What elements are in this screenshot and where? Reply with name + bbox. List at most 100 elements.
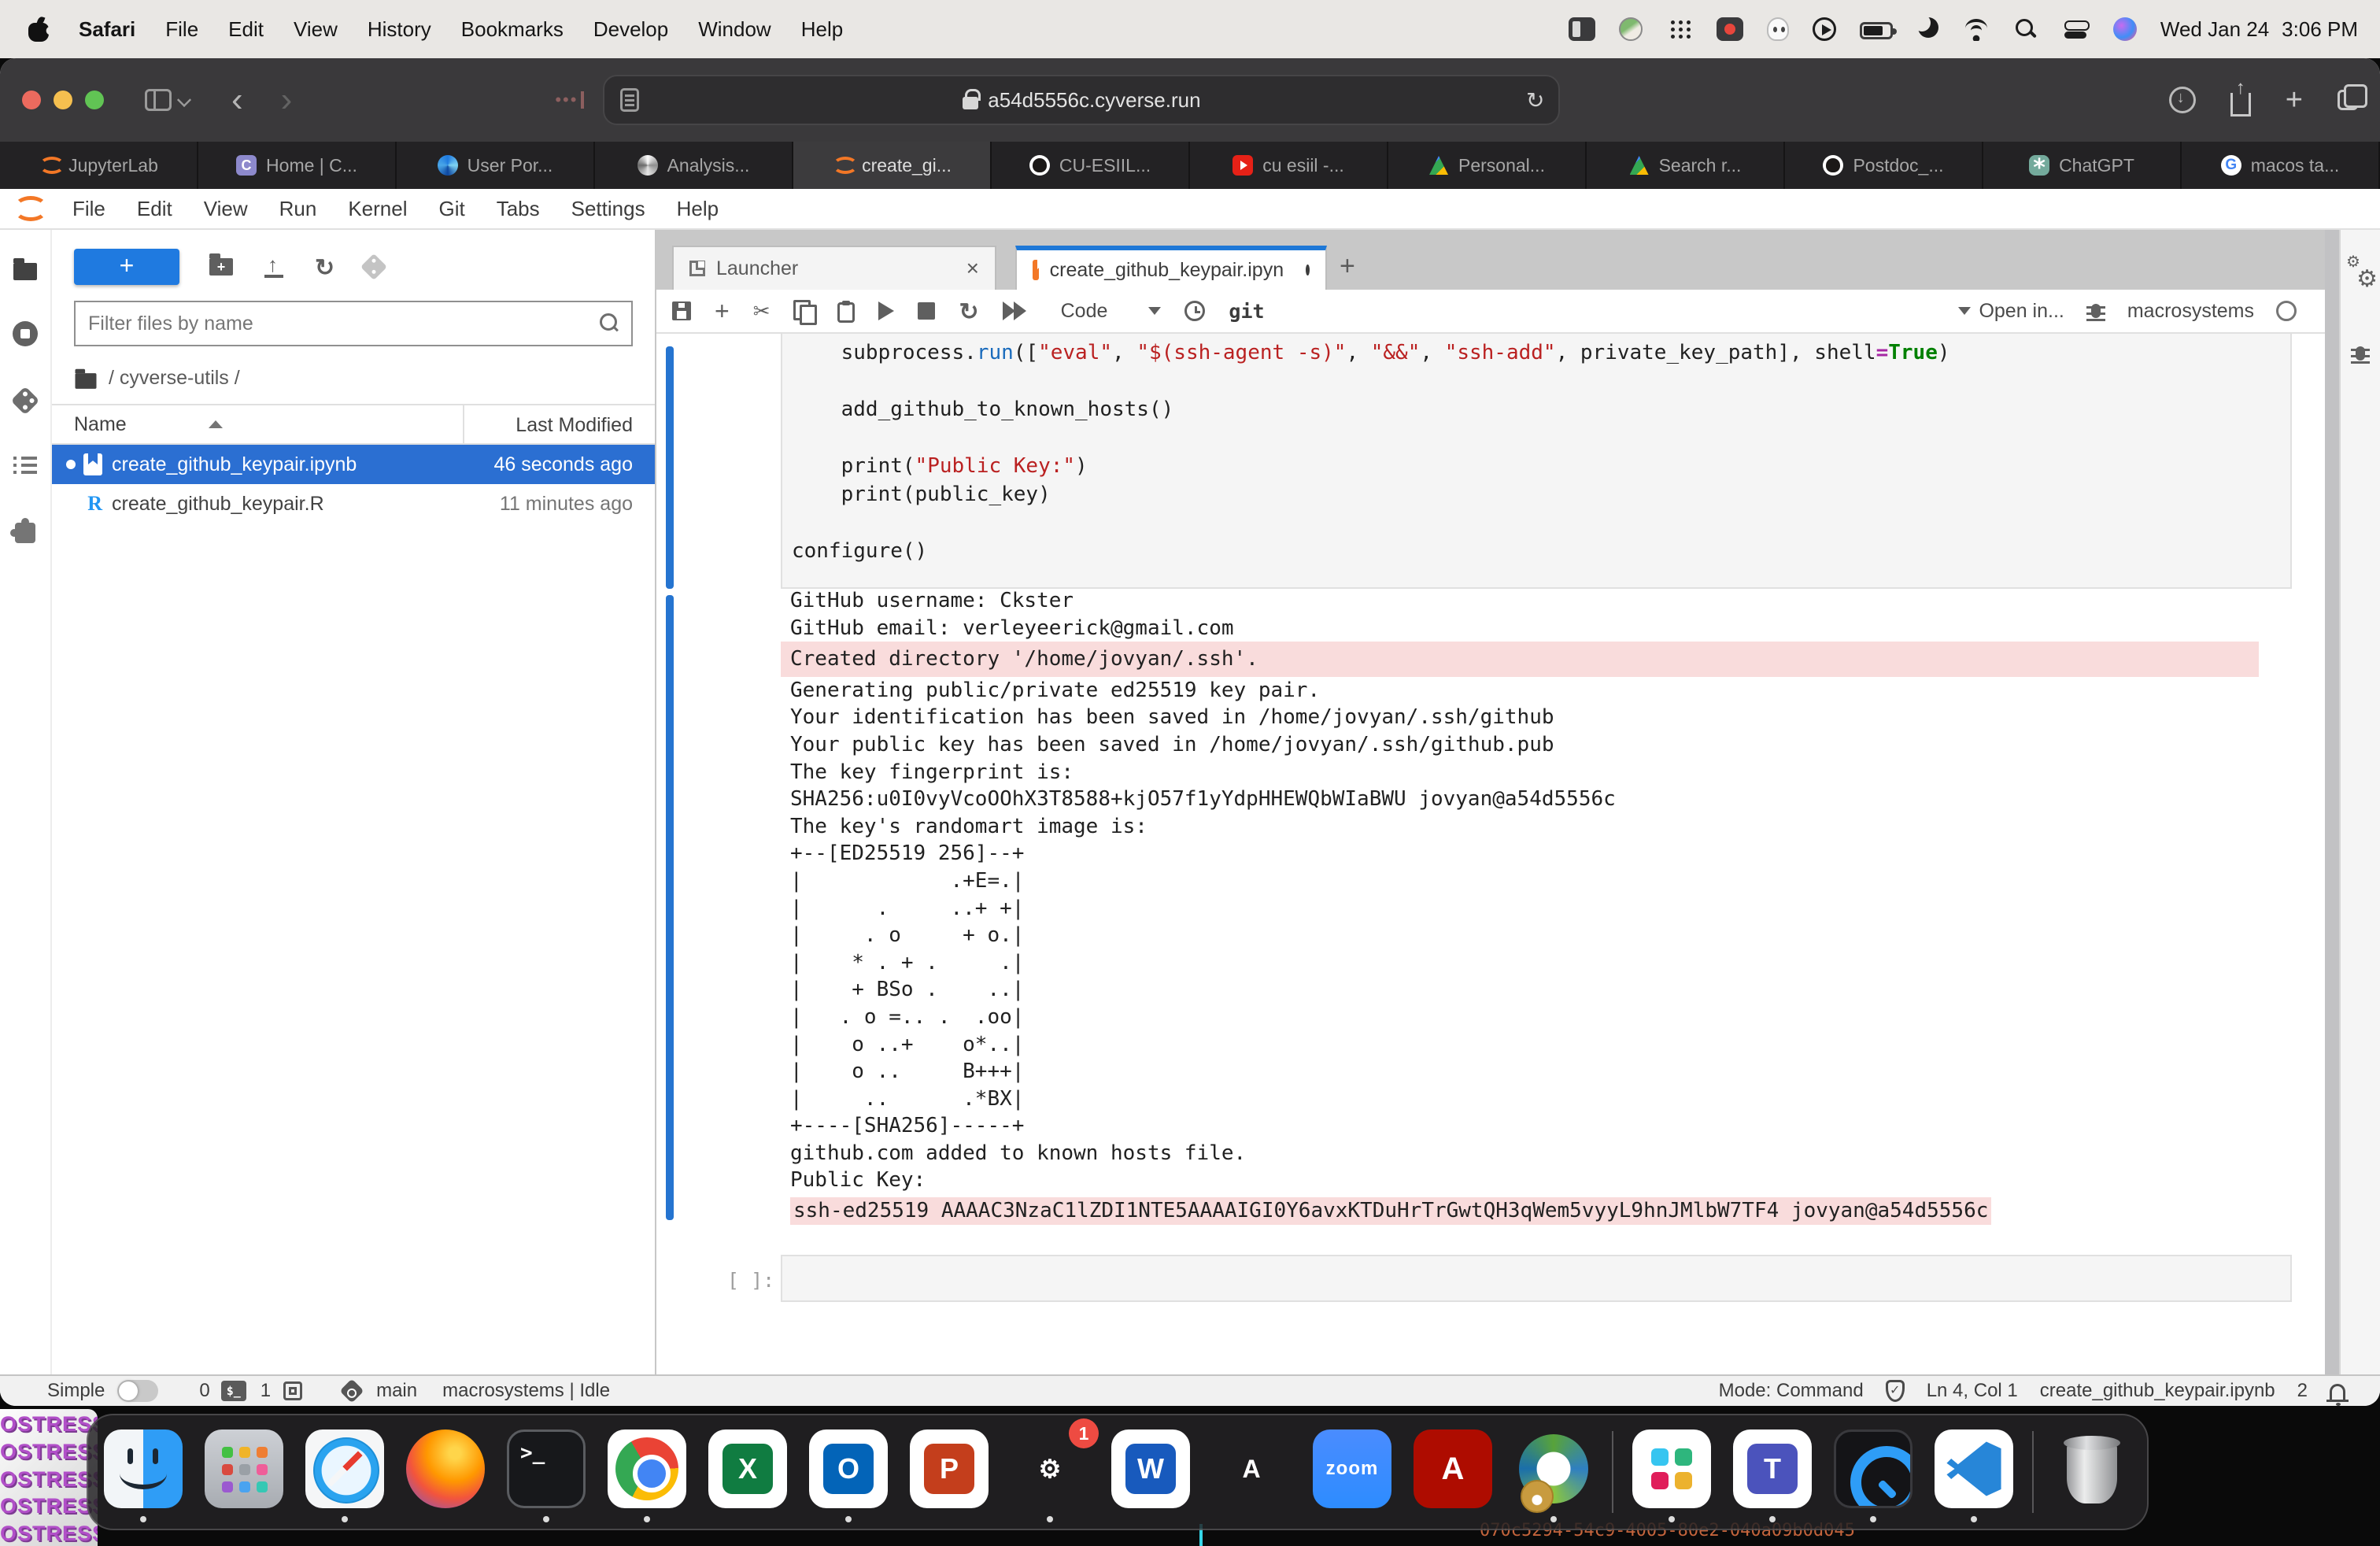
dock-item-teams[interactable]: T xyxy=(1733,1422,1812,1522)
kernel-status-text[interactable]: macrosystems | Idle xyxy=(442,1380,610,1402)
forward-button[interactable]: › xyxy=(262,84,312,116)
sort-ascending-icon[interactable] xyxy=(209,420,223,428)
cut-icon[interactable]: ✂ xyxy=(753,299,771,324)
dock-item-excel[interactable]: X xyxy=(708,1422,787,1522)
menubar-item-file[interactable]: File xyxy=(165,17,198,42)
jupyterlab-menu-file[interactable]: File xyxy=(57,197,121,221)
address-bar[interactable]: a54d5556c.cyverse.run ↻ xyxy=(603,75,1560,125)
running-sessions-icon[interactable] xyxy=(13,321,38,346)
filter-files-input[interactable] xyxy=(76,313,598,335)
dock-item-app-store[interactable]: A xyxy=(1212,1422,1291,1522)
search-icon[interactable] xyxy=(2012,17,2039,41)
file-row-create-github-keypair-ipynb[interactable]: create_github_keypair.ipynb46 seconds ag… xyxy=(52,445,655,484)
restart-kernel-icon[interactable] xyxy=(959,297,978,326)
menubar-item-help[interactable]: Help xyxy=(801,17,843,42)
menubar-item-window[interactable]: Window xyxy=(698,17,771,42)
code-cell[interactable]: subprocess.run(["eval", "$(ssh-agent -s)… xyxy=(781,334,2292,589)
add-cell-icon[interactable]: + xyxy=(715,300,730,322)
file-browser-icon[interactable] xyxy=(13,263,37,280)
open-in-dropdown[interactable]: Open in... xyxy=(1958,300,2064,323)
git-toolbar-label[interactable]: git xyxy=(1229,300,1264,323)
jupyterlab-menu-kernel[interactable]: Kernel xyxy=(332,197,423,221)
dock-item-acrobat[interactable]: A xyxy=(1414,1422,1492,1522)
safari-tab-home-c[interactable]: Home | C... xyxy=(198,142,397,189)
dock-item-firefox[interactable] xyxy=(406,1422,485,1522)
menubar-item-develop[interactable]: Develop xyxy=(593,17,668,42)
simple-mode-toggle[interactable] xyxy=(117,1380,158,1402)
debugger-panel-icon[interactable] xyxy=(2351,343,2370,364)
notebook-content[interactable]: subprocess.run(["eval", "$(ssh-agent -s)… xyxy=(656,334,2325,1374)
jupyterlab-menu-edit[interactable]: Edit xyxy=(121,197,188,221)
safari-tab-chatgpt[interactable]: ChatGPT xyxy=(1983,142,2182,189)
safari-tab-jupyterlab[interactable]: JupyterLab xyxy=(0,142,198,189)
dock-item-vscode[interactable] xyxy=(1935,1422,2013,1522)
paste-icon[interactable] xyxy=(837,302,855,323)
notification-count[interactable]: 2 xyxy=(2297,1380,2308,1402)
safari-tab-cu-esiil[interactable]: cu esiil -... xyxy=(1190,142,1388,189)
wifi-icon[interactable] xyxy=(1964,17,1989,41)
safari-tab-user-por[interactable]: User Por... xyxy=(397,142,595,189)
menubar-item-edit[interactable]: Edit xyxy=(228,17,264,42)
input-collapser[interactable] xyxy=(666,346,674,589)
stop-icon[interactable] xyxy=(918,302,935,320)
breadcrumb[interactable]: / cyverse-utils / xyxy=(52,356,655,404)
output-collapser[interactable] xyxy=(666,595,674,1220)
window-close-button[interactable] xyxy=(22,91,41,109)
cursor-position[interactable]: Ln 4, Col 1 xyxy=(1927,1380,2018,1402)
leaf-icon[interactable] xyxy=(1619,17,1643,41)
code-editor[interactable]: subprocess.run(["eval", "$(ssh-agent -s)… xyxy=(782,334,2290,565)
dock-item-system-settings[interactable]: ⚙1 xyxy=(1011,1422,1089,1522)
filter-files-box[interactable] xyxy=(74,301,633,346)
safari-tab-macos-ta[interactable]: macos ta... xyxy=(2182,142,2380,189)
menubar-item-safari[interactable]: Safari xyxy=(79,17,135,42)
dock-item-launchpad[interactable] xyxy=(205,1422,283,1522)
new-launcher-button[interactable]: + xyxy=(74,249,179,285)
git-clone-icon[interactable] xyxy=(360,253,387,280)
jupyterlab-menu-settings[interactable]: Settings xyxy=(556,197,661,221)
jupyterlab-menu-help[interactable]: Help xyxy=(661,197,734,221)
new-tab-button[interactable]: + xyxy=(2286,87,2303,113)
editor-mode[interactable]: Mode: Command xyxy=(1719,1380,1864,1402)
downloads-icon[interactable] xyxy=(2169,87,2196,113)
dock-item-chrome[interactable] xyxy=(608,1422,686,1522)
tab-overflow-icon[interactable]: ••• xyxy=(555,90,584,110)
safari-tab-analysis[interactable]: Analysis... xyxy=(595,142,793,189)
scrollbar-track[interactable] xyxy=(2325,230,2339,1374)
dock-item-quicktime[interactable] xyxy=(1834,1422,1913,1522)
menubar-item-history[interactable]: History xyxy=(368,17,431,42)
kernel-name[interactable]: macrosystems xyxy=(2127,300,2254,323)
dock-item-word[interactable]: W xyxy=(1111,1422,1190,1522)
run-icon[interactable] xyxy=(878,301,894,320)
document-tab-create-github-keypair-ipyn[interactable]: create_github_keypair.ipyn xyxy=(1015,246,1327,290)
menubar-item-bookmarks[interactable]: Bookmarks xyxy=(461,17,564,42)
kernel-count[interactable]: 1 xyxy=(261,1380,271,1402)
breadcrumb-path[interactable]: / cyverse-utils / xyxy=(109,367,240,390)
upload-icon[interactable] xyxy=(263,256,285,278)
save-icon[interactable] xyxy=(672,301,691,320)
jupyterlab-menu-tabs[interactable]: Tabs xyxy=(481,197,556,221)
terminal-count[interactable]: 0 xyxy=(199,1380,209,1402)
restart-run-all-icon[interactable] xyxy=(1003,301,1028,320)
sidebar-chevron-icon[interactable] xyxy=(177,93,191,107)
siri-icon[interactable] xyxy=(2113,17,2137,41)
column-name[interactable]: Name xyxy=(74,413,127,436)
safari-tab-cu-esiil[interactable]: CU-ESIIL... xyxy=(992,142,1190,189)
window-minimize-button[interactable] xyxy=(54,91,72,109)
share-icon[interactable] xyxy=(2230,93,2251,117)
dock-item-zoom[interactable]: zoom xyxy=(1313,1422,1391,1522)
reload-icon[interactable]: ↻ xyxy=(1526,87,1544,113)
column-last-modified[interactable]: Last Modified xyxy=(463,405,655,443)
dock-item-terminal[interactable]: >_ xyxy=(507,1422,586,1522)
empty-code-cell[interactable] xyxy=(781,1255,2292,1302)
dock-item-powerpoint[interactable]: P xyxy=(910,1422,989,1522)
dock-item-trash[interactable] xyxy=(2053,1422,2131,1522)
jupyterlab-menu-run[interactable]: Run xyxy=(264,197,333,221)
bell-icon[interactable] xyxy=(2330,1384,2345,1400)
dock-item-vpn[interactable] xyxy=(1514,1422,1593,1522)
debugger-icon[interactable] xyxy=(2086,301,2105,321)
back-button[interactable]: ‹ xyxy=(213,84,262,116)
git-branch-name[interactable]: main xyxy=(376,1380,417,1402)
safari-tab-postdoc[interactable]: Postdoc_... xyxy=(1785,142,1983,189)
extension-manager-icon[interactable] xyxy=(15,523,35,543)
play-circle-icon[interactable] xyxy=(1813,17,1836,41)
